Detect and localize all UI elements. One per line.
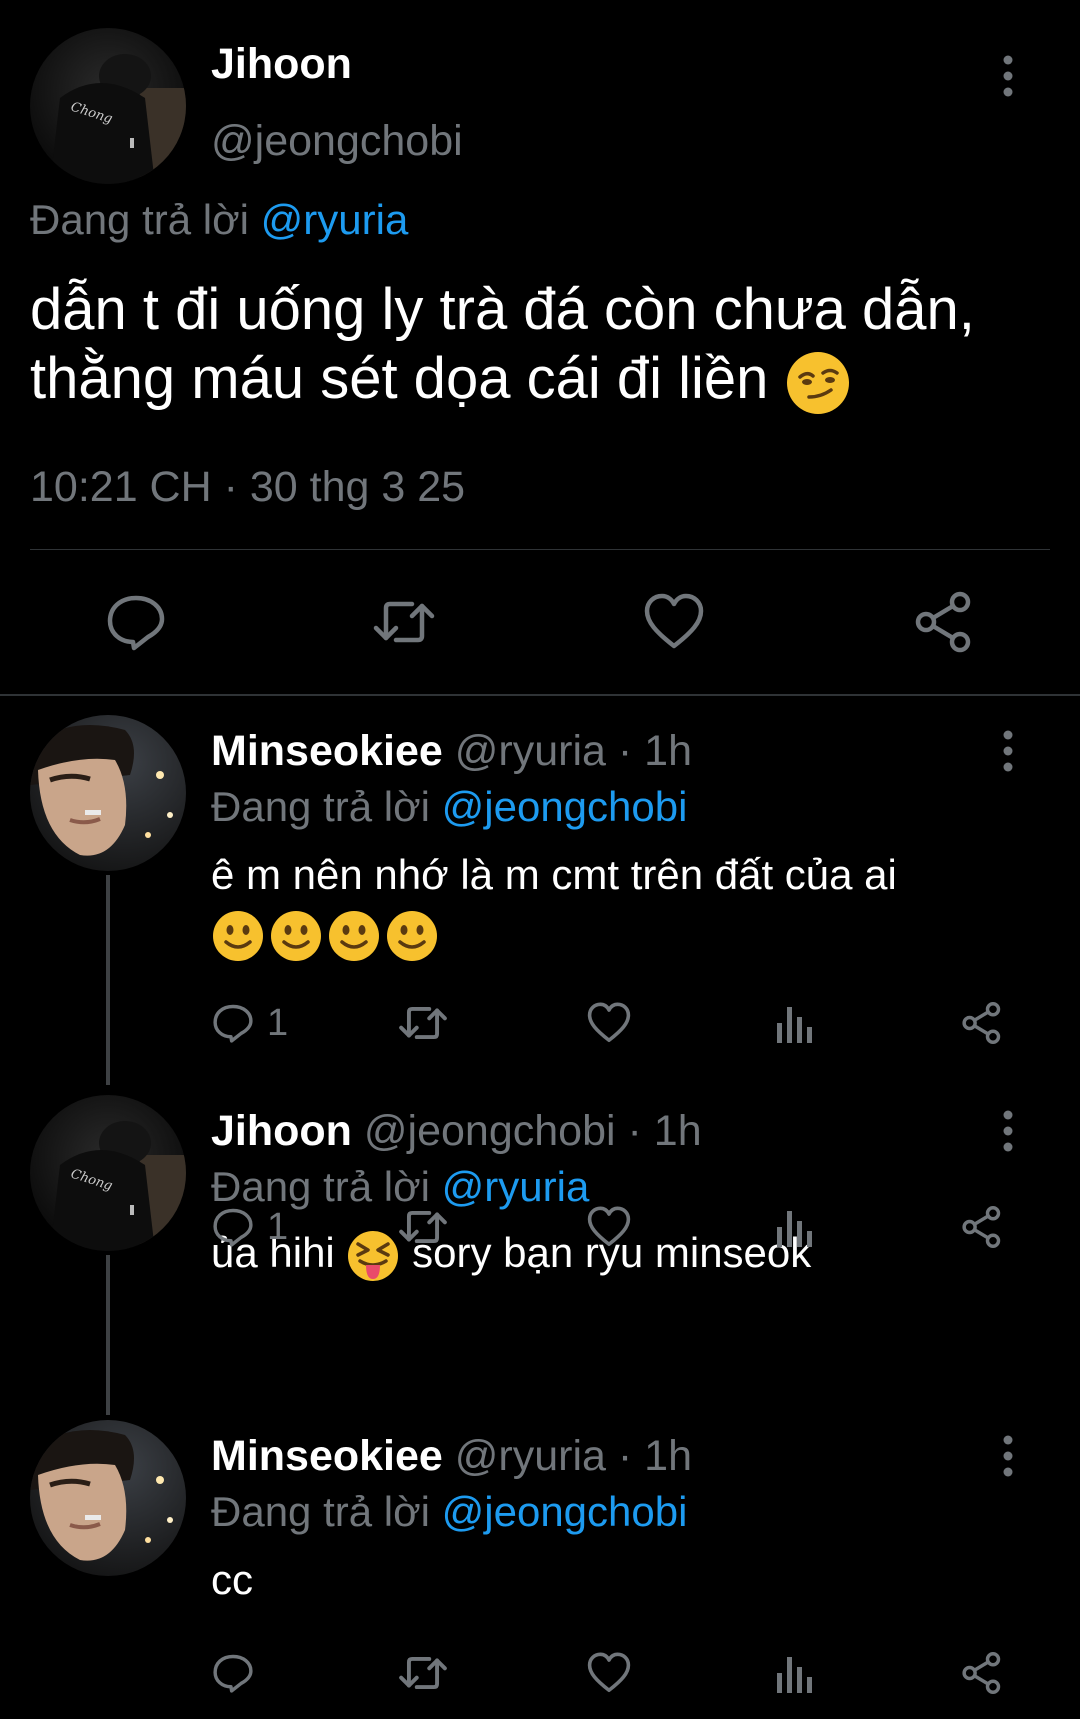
reply-icon[interactable] xyxy=(211,1205,255,1249)
author-name[interactable]: Minseokiee xyxy=(211,727,443,775)
reply-header: Minseokiee @ryuria · 1h xyxy=(211,1432,692,1481)
reply-header: Jihoon @jeongchobi · 1h xyxy=(211,1107,702,1156)
author-handle[interactable]: @ryuria xyxy=(455,1432,606,1480)
like-icon[interactable] xyxy=(586,1648,632,1698)
retweet-icon[interactable] xyxy=(398,1648,448,1698)
reply-time: · 1h xyxy=(617,727,693,775)
author-name[interactable]: Jihoon xyxy=(211,1107,352,1155)
share-icon[interactable] xyxy=(960,1202,1004,1252)
reply-actions-row: 1 xyxy=(0,1202,1080,1252)
author-name[interactable]: Minseokiee xyxy=(211,1432,443,1480)
tweet-text: dẫn t đi uống ly trà đá còn chưa dẫn, th… xyxy=(30,275,1060,416)
retweet-icon[interactable] xyxy=(398,1202,448,1252)
reply-actions: 1 xyxy=(0,998,1080,1048)
slightly-smiling-face-emoji xyxy=(327,909,381,965)
reply-action[interactable]: 1 xyxy=(211,998,288,1048)
replying-to-handle[interactable]: @jeongchobi xyxy=(442,1488,688,1535)
tweet-text-line-2: thằng máu sét dọa cái đi liền xyxy=(30,346,769,411)
slightly-smiling-face-emoji xyxy=(385,909,439,965)
replying-label: Đang trả lời xyxy=(30,196,249,243)
reply-count: 1 xyxy=(267,1001,289,1044)
replying-to-handle[interactable]: @ryuria xyxy=(261,196,409,243)
author-handle[interactable]: @jeongchobi xyxy=(364,1107,616,1155)
reply-text: cc xyxy=(211,1556,253,1603)
reply-tweet[interactable]: Minseokiee @ryuria · 1h Đang trả lời @je… xyxy=(0,1420,1080,1719)
reply-icon[interactable] xyxy=(211,1001,255,1045)
share-icon[interactable] xyxy=(960,998,1004,1048)
reply-tweet[interactable]: Minseokiee @ryuria · 1h Đang trả lời @je… xyxy=(0,715,1080,1045)
main-tweet: Chong Jihoon @jeongchobi Đang trả lời @r… xyxy=(0,0,1080,695)
tweet-timestamp: 10:21 CH · 30 thg 3 25 xyxy=(30,463,466,511)
replying-to: Đang trả lời @jeongchobi xyxy=(211,1488,687,1536)
smirking-face-emoji xyxy=(785,350,851,416)
more-options-icon[interactable] xyxy=(1000,54,1016,98)
reply-time: · 1h xyxy=(617,1432,693,1480)
more-options-icon[interactable] xyxy=(1000,1109,1016,1153)
tweet-actions xyxy=(0,590,1080,660)
avatar-jihoon[interactable]: Chong xyxy=(30,28,186,184)
divider xyxy=(30,549,1050,550)
author-name[interactable]: Jihoon xyxy=(211,40,352,89)
like-icon[interactable] xyxy=(586,1202,632,1252)
reply-icon[interactable] xyxy=(211,1648,255,1698)
reply-actions xyxy=(0,1648,1080,1698)
avatar-minseokiee[interactable] xyxy=(30,715,186,871)
share-icon[interactable] xyxy=(960,1648,1004,1698)
replying-to: Đang trả lời @jeongchobi xyxy=(211,783,687,831)
share-icon[interactable] xyxy=(912,590,976,654)
replying-to-handle[interactable]: @jeongchobi xyxy=(442,783,688,830)
like-icon[interactable] xyxy=(642,590,706,654)
emoji-row xyxy=(211,909,1021,965)
reply-text: ê m nên nhớ là m cmt trên đất của ai xyxy=(211,845,1021,965)
reply-text-line: ê m nên nhớ là m cmt trên đất của ai xyxy=(211,851,897,898)
reply-icon[interactable] xyxy=(104,590,168,654)
views-icon[interactable] xyxy=(776,1202,816,1252)
reply-time: · 1h xyxy=(627,1107,702,1155)
views-icon[interactable] xyxy=(776,998,816,1048)
like-icon[interactable] xyxy=(586,998,632,1048)
avatar-minseokiee[interactable] xyxy=(30,1420,186,1576)
more-options-icon[interactable] xyxy=(1000,1434,1016,1478)
tweet-text-line-1: dẫn t đi uống ly trà đá còn chưa dẫn, xyxy=(30,277,975,342)
slightly-smiling-face-emoji xyxy=(269,909,323,965)
reply-count: 1 xyxy=(267,1205,289,1248)
views-icon[interactable] xyxy=(776,1648,816,1698)
replying-label: Đang trả lời xyxy=(211,1488,430,1535)
more-options-icon[interactable] xyxy=(1000,729,1016,773)
reply-action[interactable]: 1 xyxy=(211,1202,288,1252)
retweet-icon[interactable] xyxy=(372,590,436,654)
author-handle[interactable]: @ryuria xyxy=(455,727,606,775)
author-handle[interactable]: @jeongchobi xyxy=(211,117,463,166)
section-divider xyxy=(0,694,1080,696)
reply-header: Minseokiee @ryuria · 1h xyxy=(211,727,692,776)
retweet-icon[interactable] xyxy=(398,998,448,1048)
slightly-smiling-face-emoji xyxy=(211,909,265,965)
reply-actions: 1 xyxy=(0,1202,1080,1252)
replying-label: Đang trả lời xyxy=(211,783,430,830)
replying-to: Đang trả lời @ryuria xyxy=(30,196,408,244)
